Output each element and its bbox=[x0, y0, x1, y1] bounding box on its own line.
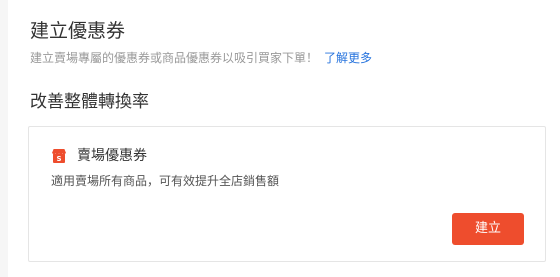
learn-more-link[interactable]: 了解更多 bbox=[324, 51, 372, 65]
shop-voucher-description: 適用賣場所有商品，可有效提升全店銷售額 bbox=[51, 174, 280, 188]
section-title: 改善整體轉換率 bbox=[30, 92, 149, 112]
page-title: 建立優惠券 bbox=[30, 20, 126, 42]
page-description: 建立賣場專屬的優惠券或商品優惠券以吸引買家下單！ 了解更多 bbox=[30, 50, 372, 66]
create-shop-voucher-button[interactable]: 建立 bbox=[452, 213, 524, 245]
shop-voucher-icon: S bbox=[51, 148, 67, 164]
svg-text:S: S bbox=[56, 155, 61, 163]
shop-voucher-card-header: S 賣場優惠券 bbox=[51, 146, 147, 166]
page-description-text: 建立賣場專屬的優惠券或商品優惠券以吸引買家下單！ bbox=[30, 51, 319, 65]
shop-voucher-card: S 賣場優惠券 適用賣場所有商品，可有效提升全店銷售額 建立 bbox=[28, 126, 546, 262]
create-voucher-panel: 建立優惠券 建立賣場專屬的優惠券或商品優惠券以吸引買家下單！ 了解更多 改善整體轉… bbox=[8, 0, 560, 277]
shop-voucher-title: 賣場優惠券 bbox=[77, 148, 147, 164]
